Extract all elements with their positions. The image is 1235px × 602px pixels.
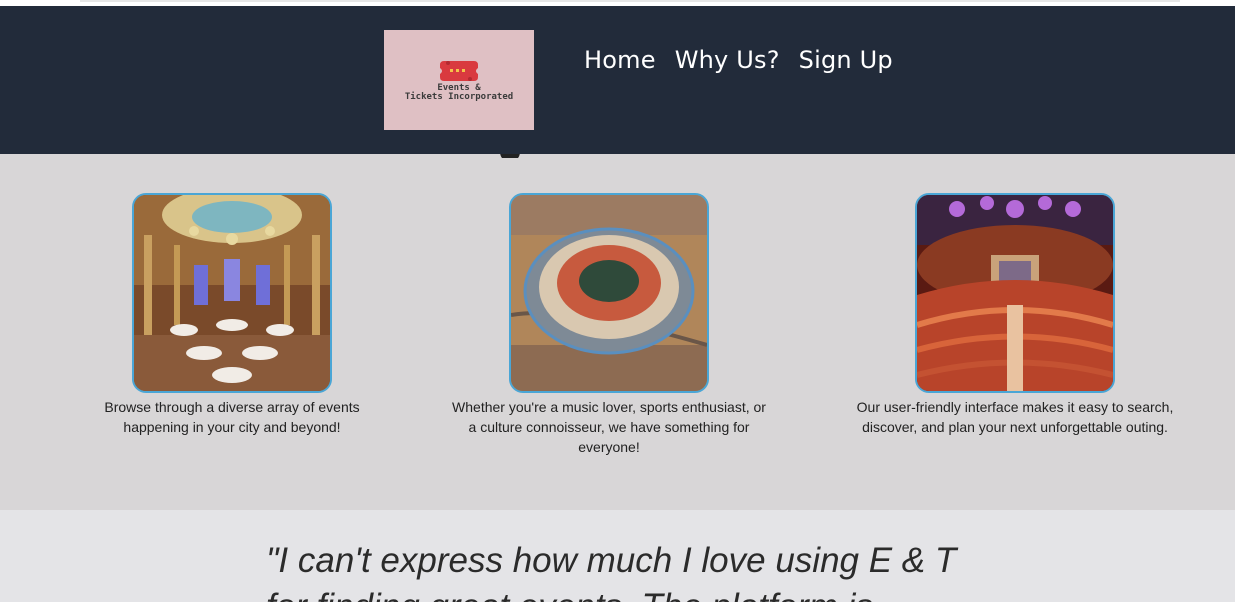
main-nav: Home Why Us? Sign Up: [584, 46, 893, 74]
logo-line-2: Tickets Incorporated: [404, 92, 514, 102]
feature-card-events: Browse through a diverse array of events…: [102, 193, 362, 437]
feature-caption-events: Browse through a diverse array of events…: [104, 399, 360, 435]
feature-card-interface: Our user-friendly interface makes it eas…: [852, 193, 1178, 437]
ticket-icon: [440, 61, 478, 81]
logo-wordmark: Events & Tickets Incorporated: [384, 84, 534, 102]
nav-why-us-link[interactable]: Why Us?: [675, 46, 780, 74]
site-header: Events & Tickets Incorporated Home Why U…: [0, 6, 1235, 154]
nav-home-link[interactable]: Home: [584, 46, 656, 74]
site-logo[interactable]: Events & Tickets Incorporated: [384, 30, 534, 130]
nav-sign-up-link[interactable]: Sign Up: [799, 46, 893, 74]
testimonial-section: "I can't express how much I love using E…: [0, 510, 1235, 602]
feature-card-variety: Whether you're a music lover, sports ent…: [452, 193, 766, 457]
feature-caption-variety: Whether you're a music lover, sports ent…: [452, 399, 766, 455]
feature-caption-interface: Our user-friendly interface makes it eas…: [856, 399, 1174, 435]
stadium-aerial-photo: [509, 193, 709, 393]
banquet-hall-photo: [132, 193, 332, 393]
testimonial-quote: "I can't express how much I love using E…: [266, 541, 957, 602]
concert-hall-photo: [915, 193, 1115, 393]
